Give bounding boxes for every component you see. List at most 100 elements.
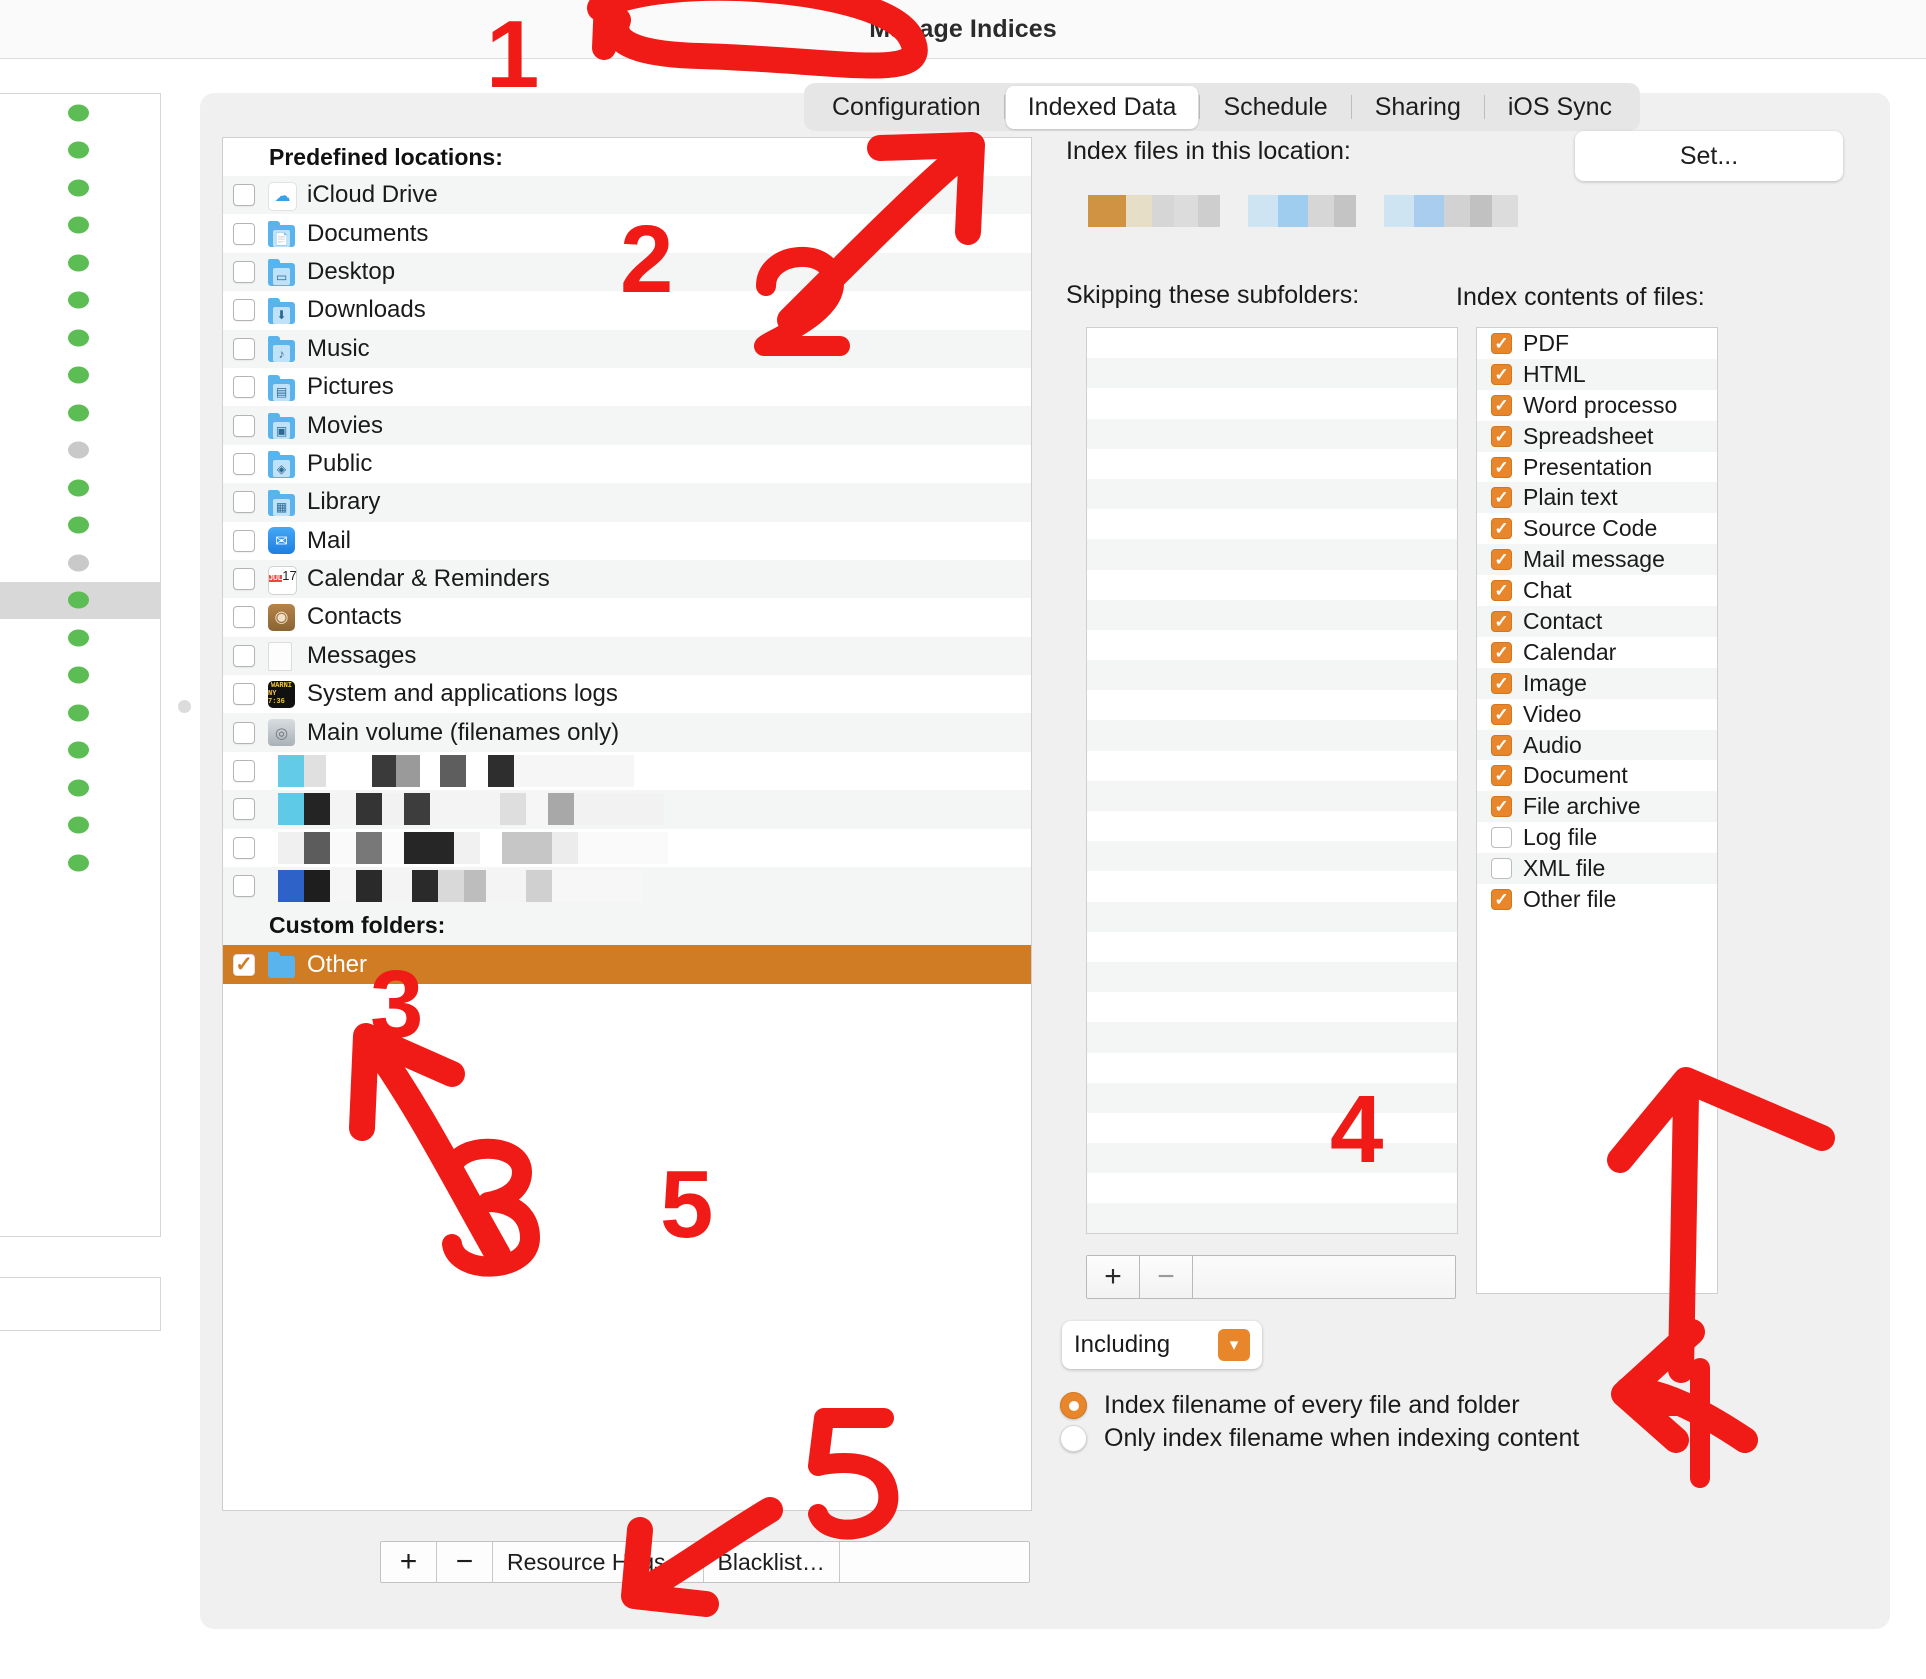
file-type-checkbox[interactable] — [1491, 549, 1512, 571]
radio-index-all-filenames[interactable]: Index filename of every file and folder — [1060, 1391, 1520, 1420]
file-type-checkbox[interactable] — [1491, 363, 1512, 385]
skip-subfolder-row[interactable] — [1087, 509, 1457, 540]
tab-sharing[interactable]: Sharing — [1353, 86, 1483, 129]
locations-footer-toolbar[interactable]: + − Resource Hogs… Blacklist… — [380, 1541, 1030, 1583]
file-type-row[interactable]: Image — [1477, 667, 1717, 699]
file-type-checkbox[interactable] — [1491, 703, 1512, 725]
location-row[interactable]: ◈ Public — [223, 444, 1031, 484]
tab-schedule[interactable]: Schedule — [1201, 86, 1349, 129]
add-subfolder-button[interactable]: + — [1087, 1256, 1140, 1298]
including-mode-dropdown[interactable]: Including ▾ — [1062, 1321, 1262, 1369]
sidebar-index-row[interactable] — [0, 807, 160, 845]
set-location-button[interactable]: Set... — [1575, 131, 1843, 181]
sidebar-index-row[interactable] — [0, 507, 160, 545]
file-type-checkbox[interactable] — [1491, 332, 1512, 354]
location-checkbox[interactable] — [233, 376, 255, 399]
file-type-checkbox[interactable] — [1491, 610, 1512, 632]
sidebar-index-row[interactable] — [0, 732, 160, 770]
file-type-row[interactable]: PDF — [1477, 328, 1717, 359]
sidebar-index-row[interactable] — [0, 132, 160, 170]
radio-index-filename-with-content[interactable]: Only index filename when indexing conten… — [1060, 1424, 1579, 1453]
locations-listbox[interactable]: Predefined locations: ☁ iCloud Drive 📄 Docum… — [222, 137, 1032, 1511]
file-types-listbox[interactable]: PDF HTML Word processo Spreadsheet Presentat… — [1476, 327, 1718, 1294]
location-checkbox[interactable] — [233, 260, 255, 283]
skip-subfolder-row[interactable] — [1087, 358, 1457, 389]
skip-subfolder-row[interactable] — [1087, 871, 1457, 902]
file-type-row[interactable]: Plain text — [1477, 482, 1717, 514]
location-row[interactable]: ◉ Contacts — [223, 598, 1031, 637]
file-type-row[interactable]: Contact — [1477, 606, 1717, 637]
file-type-row[interactable]: Spreadsheet — [1477, 420, 1717, 452]
file-type-checkbox[interactable] — [1491, 425, 1512, 447]
file-type-checkbox[interactable] — [1491, 518, 1512, 540]
file-type-checkbox[interactable] — [1491, 827, 1512, 849]
skip-subfolder-row[interactable] — [1087, 992, 1457, 1023]
skip-subfolder-row[interactable] — [1087, 328, 1457, 359]
location-row[interactable]: ▭ Desktop — [223, 252, 1031, 292]
file-type-checkbox[interactable] — [1491, 456, 1512, 478]
skip-footer-toolbar[interactable]: + − — [1086, 1255, 1456, 1299]
sidebar-index-row[interactable] — [0, 769, 160, 807]
location-row[interactable]: ☁ iCloud Drive — [223, 176, 1031, 215]
split-handle-icon[interactable] — [178, 700, 191, 713]
sidebar-index-row[interactable] — [0, 94, 160, 132]
location-row[interactable] — [223, 828, 1031, 868]
location-checkbox[interactable] — [233, 491, 255, 514]
skip-subfolder-row[interactable] — [1087, 1052, 1457, 1083]
skip-subfolder-row[interactable] — [1087, 961, 1457, 993]
location-checkbox[interactable] — [233, 836, 255, 859]
location-checkbox[interactable] — [233, 452, 255, 475]
location-checkbox[interactable] — [233, 414, 255, 437]
add-location-button[interactable]: + — [381, 1542, 437, 1582]
sidebar-index-row[interactable] — [0, 657, 160, 695]
skip-subfolder-row[interactable] — [1087, 1143, 1457, 1174]
location-row[interactable]: 📄 Documents — [223, 214, 1031, 253]
location-row[interactable]: ⬇ Downloads — [223, 291, 1031, 330]
location-row[interactable]: JUL17 Calendar & Reminders — [223, 559, 1031, 599]
file-type-row[interactable]: Video — [1477, 698, 1717, 730]
skip-subfolder-row[interactable] — [1087, 660, 1457, 691]
radio-button-selected[interactable] — [1060, 1392, 1087, 1419]
location-checkbox[interactable] — [233, 644, 255, 667]
file-type-checkbox[interactable] — [1491, 888, 1512, 910]
skip-subfolder-row[interactable] — [1087, 901, 1457, 932]
custom-folder-checkbox[interactable] — [233, 953, 255, 976]
tab-ios-sync[interactable]: iOS Sync — [1486, 86, 1634, 129]
skip-subfolder-row[interactable] — [1087, 1082, 1457, 1113]
location-checkbox[interactable] — [233, 299, 255, 322]
skip-subfolder-row[interactable] — [1087, 720, 1457, 751]
file-type-checkbox[interactable] — [1491, 487, 1512, 509]
skip-subfolder-row[interactable] — [1087, 841, 1457, 872]
sidebar-index-row[interactable] — [0, 244, 160, 282]
file-type-checkbox[interactable] — [1491, 734, 1512, 756]
sidebar-index-row[interactable] — [0, 357, 160, 395]
location-row[interactable] — [223, 867, 1031, 906]
resource-hogs-button[interactable]: Resource Hogs… — [493, 1542, 704, 1582]
sidebar-index-row[interactable] — [0, 844, 160, 882]
location-row[interactable]: Messages — [223, 636, 1031, 676]
sidebar-index-row[interactable] — [0, 207, 160, 245]
skip-subfolder-row[interactable] — [1087, 388, 1457, 419]
sidebar-index-row[interactable] — [0, 619, 160, 657]
location-checkbox[interactable] — [233, 683, 255, 706]
skip-subfolder-row[interactable] — [1087, 690, 1457, 721]
skip-subfolder-row[interactable] — [1087, 811, 1457, 842]
file-type-row[interactable]: HTML — [1477, 358, 1717, 390]
sidebar-index-row[interactable] — [0, 581, 160, 619]
file-type-row[interactable]: Mail message — [1477, 544, 1717, 576]
location-row[interactable]: ✉ Mail — [223, 521, 1031, 560]
skip-subfolder-row[interactable] — [1087, 599, 1457, 630]
index-list-sidebar[interactable] — [0, 93, 161, 1237]
sidebar-index-row[interactable] — [0, 282, 160, 320]
sidebar-index-row[interactable] — [0, 394, 160, 432]
location-checkbox[interactable] — [233, 721, 255, 744]
file-type-row[interactable]: Audio — [1477, 729, 1717, 761]
location-row[interactable]: WARNI NY 7:36 System and applications logs — [223, 675, 1031, 714]
skip-subfolder-row[interactable] — [1087, 1173, 1457, 1204]
tab-indexed-data[interactable]: Indexed Data — [1005, 85, 1199, 129]
skip-subfolder-row[interactable] — [1087, 750, 1457, 781]
location-row[interactable]: ♪ Music — [223, 329, 1031, 368]
sidebar-index-row[interactable] — [0, 169, 160, 207]
settings-tabbar[interactable]: Configuration Indexed Data Schedule Sharing… — [804, 83, 1641, 131]
tab-configuration[interactable]: Configuration — [810, 86, 1003, 129]
